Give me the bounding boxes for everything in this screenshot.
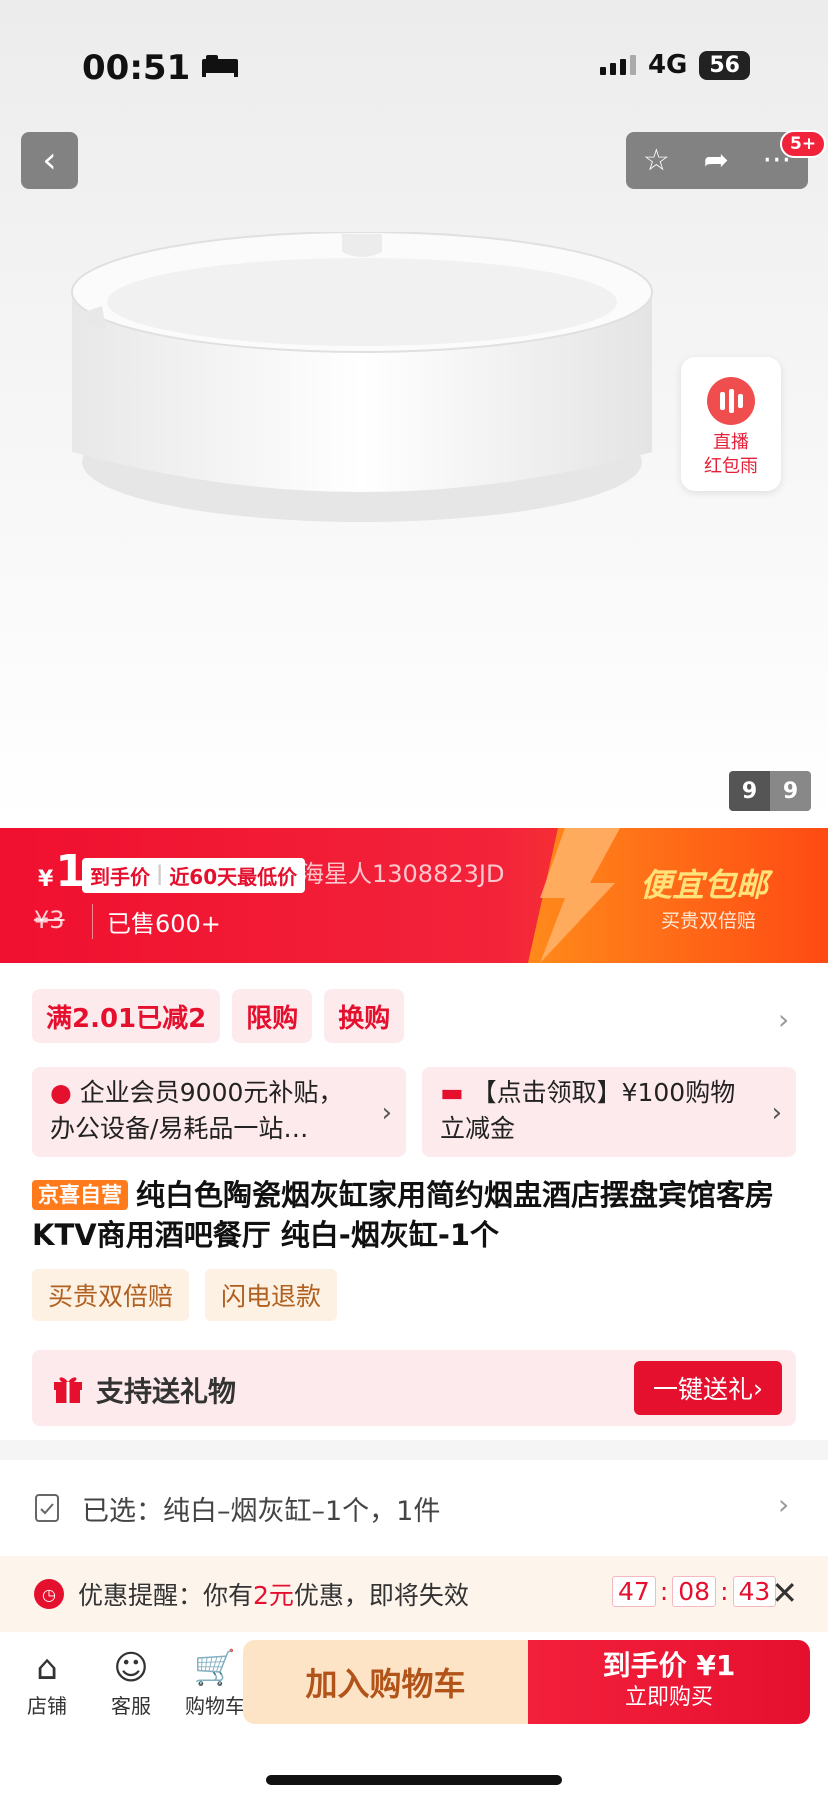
service-tag[interactable]: 闪电退款: [205, 1269, 338, 1321]
send-gift-label: 一键送礼: [652, 1375, 753, 1404]
buy-price-label: 到手价 ¥1: [602, 1649, 736, 1682]
tag-separator: |: [156, 861, 164, 885]
selected-value: 纯白–烟灰缸–1个，1件: [163, 1495, 441, 1527]
live-icon: [707, 377, 755, 425]
gift-label: 支持送礼物: [96, 1375, 237, 1408]
promo-tag-row[interactable]: 满2.01已减2 限购 换购: [32, 989, 405, 1043]
signal-icon: [599, 55, 636, 75]
reminder-suffix: 优惠，即将失效: [293, 1581, 469, 1610]
promo-tag[interactable]: 满2.01已减2: [32, 989, 221, 1043]
hand-price-label: 到手价: [90, 865, 150, 889]
price-guarantee: 买贵双倍赔: [661, 910, 757, 932]
back-button[interactable]: ‹: [21, 132, 78, 189]
nav-label: 客服: [111, 1693, 151, 1718]
image-index: 9: [729, 771, 770, 811]
selected-prefix: 已选：: [82, 1495, 163, 1527]
card-text: 企业会员9000元补贴，办公设备/易耗品一站…: [50, 1078, 344, 1143]
service-tags: 买贵双倍赔 闪电退款: [32, 1269, 338, 1321]
redpacket-label: 红包雨: [704, 456, 758, 477]
status-bar-right: 4G 56: [599, 50, 750, 80]
store-tag: 京喜自营: [32, 1180, 128, 1210]
chevron-right-icon: ›: [381, 1098, 392, 1128]
nav-store[interactable]: ⌂ 店铺: [10, 1646, 84, 1719]
gift-section: 支持送礼物 一键送礼 ›: [32, 1350, 796, 1426]
close-icon[interactable]: ✕: [771, 1574, 798, 1612]
enterprise-subsidy-card[interactable]: ● 企业会员9000元补贴，办公设备/易耗品一站… ›: [32, 1067, 406, 1157]
free-shipping-slogan: 便宜包邮: [640, 866, 769, 904]
bottom-action-bar: ⌂ 店铺 ☺ 客服 🛒 购物车 加入购物车 到手价 ¥1 立即购买: [0, 1632, 828, 1732]
clock-icon: ◷: [34, 1579, 64, 1609]
product-title-text: 纯白色陶瓷烟灰缸家用简约烟盅酒店摆盘宾馆客房KTV商用酒吧餐厅 纯白-烟灰缸-1…: [32, 1178, 775, 1252]
notification-badge: 5+: [780, 130, 827, 158]
discount-reminder: ◷ 优惠提醒：你有 2元 优惠，即将失效 47: 08: 43 ✕: [0, 1556, 828, 1632]
price-banner: ¥ 1 海星人1308823JD 到手价 | 近60天最低价 ¥3 已售600+…: [0, 828, 828, 963]
home-indicator[interactable]: [266, 1775, 562, 1785]
gift-icon: [54, 1377, 82, 1403]
original-price: ¥3: [34, 906, 65, 934]
send-gift-button[interactable]: 一键送礼 ›: [634, 1361, 782, 1415]
battery-level: 56: [709, 52, 740, 78]
spec-icon: [35, 1494, 59, 1522]
store-icon: ⌂: [36, 1647, 58, 1688]
cart-icon: 🛒: [193, 1647, 237, 1688]
share-icon[interactable]: ➦: [704, 143, 729, 178]
nav-service[interactable]: ☺ 客服: [94, 1646, 168, 1719]
hand-price-tag: 到手价 | 近60天最低价: [82, 858, 306, 893]
image-total: 9: [770, 771, 811, 811]
favorite-star-icon[interactable]: ☆: [643, 143, 670, 178]
service-icon: ☺: [113, 1647, 149, 1688]
reminder-label: 优惠提醒：你有: [78, 1581, 254, 1610]
coupon-icon: ▬: [440, 1078, 464, 1107]
network-label: 4G: [647, 50, 688, 80]
promo-tag[interactable]: 限购: [232, 989, 313, 1043]
buyer-ticker: 海星人1308823JD: [300, 860, 505, 888]
chevron-right-icon: ›: [778, 1488, 790, 1521]
buy-now-button[interactable]: 到手价 ¥1 立即购买: [528, 1640, 810, 1724]
buy-now-label: 立即购买: [624, 1685, 713, 1710]
timer-seconds: 43: [732, 1576, 777, 1607]
card-text: 【点击领取】¥100购物立减金: [440, 1078, 736, 1143]
battery-icon: 56: [699, 50, 750, 80]
add-to-cart-button[interactable]: 加入购物车: [243, 1640, 528, 1724]
product-title: 京喜自营 纯白色陶瓷烟灰缸家用简约烟盅酒店摆盘宾馆客房KTV商用酒吧餐厅 纯白-烟…: [32, 1175, 792, 1255]
price-currency: ¥: [38, 867, 54, 892]
timer-hours: 47: [612, 1576, 656, 1607]
image-counter: 9 9: [729, 771, 811, 811]
current-price: ¥ 1: [38, 846, 86, 897]
selected-spec-row[interactable]: 已选：纯白–烟灰缸–1个，1件 ›: [0, 1460, 828, 1556]
product-photo-ashtray: [71, 232, 653, 522]
coupon-card[interactable]: ▬ 【点击领取】¥100购物立减金 ›: [422, 1067, 796, 1157]
chevron-right-icon: ›: [771, 1098, 782, 1128]
status-bar-left: 00:51: [82, 48, 240, 88]
nav-cart[interactable]: 🛒 购物车: [178, 1646, 252, 1719]
service-tag[interactable]: 买贵双倍赔: [32, 1269, 190, 1321]
user-icon: ●: [50, 1078, 72, 1107]
live-redpacket-float[interactable]: 直播 红包雨: [681, 357, 781, 491]
countdown-timer: 47: 08: 43: [612, 1576, 777, 1607]
chevron-left-icon: ‹: [42, 140, 57, 181]
lowest-price-label: 近60天最低价: [169, 865, 298, 889]
reminder-amount: 2元: [253, 1581, 294, 1610]
promo-tag[interactable]: 换购: [324, 989, 405, 1043]
chevron-right-icon[interactable]: ›: [778, 1003, 789, 1036]
sold-count: 已售600+: [92, 904, 221, 939]
section-divider: [0, 1440, 828, 1460]
timer-minutes: 08: [672, 1576, 717, 1607]
live-label: 直播: [713, 432, 749, 453]
nav-label: 店铺: [27, 1693, 67, 1718]
status-time: 00:51: [82, 48, 191, 88]
nav-label: 购物车: [185, 1693, 245, 1718]
sleep-icon: [200, 48, 240, 88]
lightning-icon: [540, 828, 620, 963]
product-image-area[interactable]: 00:51 4G 56 ‹ ☆ ➦ ··· 5+ 直播 红包雨 9 9: [0, 0, 828, 828]
